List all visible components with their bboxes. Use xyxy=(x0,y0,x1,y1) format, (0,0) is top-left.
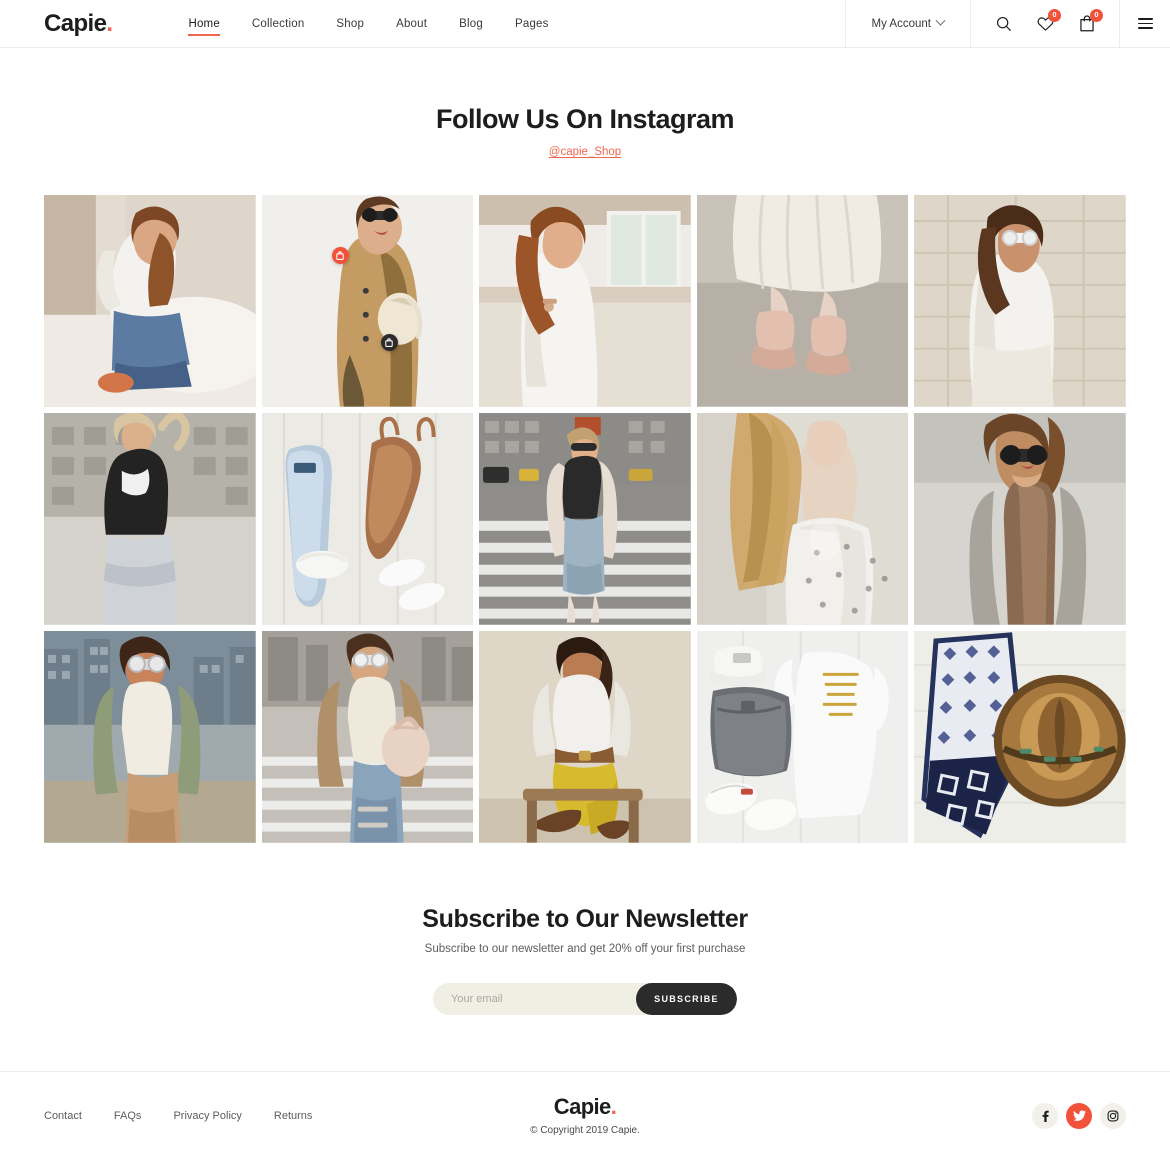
twitter-icon[interactable] xyxy=(1066,1102,1092,1129)
copyright-text: © Copyright 2019 Capie. xyxy=(530,1124,640,1136)
instagram-icon[interactable] xyxy=(1100,1102,1126,1129)
my-account-label: My Account xyxy=(871,17,931,30)
hamburger-bars xyxy=(1137,15,1153,32)
newsletter-subtitle: Subscribe to our newsletter and get 20% … xyxy=(424,943,746,955)
search-icon[interactable] xyxy=(993,14,1013,34)
instagram-grid xyxy=(44,195,1126,843)
instagram-post[interactable] xyxy=(696,195,909,407)
wishlist-badge: 0 xyxy=(1048,8,1061,22)
instagram-post[interactable] xyxy=(44,195,256,407)
post-image xyxy=(261,413,474,625)
instagram-post[interactable] xyxy=(696,631,909,843)
newsletter-section: Subscribe to Our Newsletter Subscribe to… xyxy=(0,843,1170,1071)
newsletter-form: SUBSCRIBE xyxy=(433,983,737,1015)
instagram-post[interactable] xyxy=(479,195,691,407)
footer-link-contact[interactable]: Contact xyxy=(44,1110,82,1122)
instagram-post[interactable] xyxy=(479,413,691,625)
instagram-post[interactable] xyxy=(914,631,1126,843)
post-image xyxy=(479,413,691,625)
brand-name: Capie xyxy=(44,9,107,37)
post-image xyxy=(44,631,256,843)
footer-link-privacy-policy[interactable]: Privacy Policy xyxy=(173,1110,241,1122)
hamburger-menu-icon[interactable] xyxy=(1120,0,1170,48)
post-image xyxy=(261,631,474,843)
footer-brand-dot: . xyxy=(610,1094,617,1120)
header-actions: My Account 0 0 xyxy=(844,0,1170,48)
nav-item-blog[interactable]: Blog xyxy=(459,0,483,48)
instagram-post[interactable] xyxy=(479,631,691,843)
cart-bag-icon[interactable]: 0 xyxy=(1077,8,1103,34)
email-input[interactable] xyxy=(433,983,652,1015)
instagram-post[interactable] xyxy=(696,413,909,625)
post-image xyxy=(696,631,909,843)
footer-brand-name: Capie xyxy=(553,1094,612,1120)
brand-logo[interactable]: Capie. xyxy=(44,9,113,37)
post-image xyxy=(914,195,1126,407)
post-image xyxy=(44,413,256,625)
post-image xyxy=(914,631,1126,843)
instagram-post[interactable] xyxy=(261,631,474,843)
footer-links: Contact FAQs Privacy Policy Returns xyxy=(44,1110,312,1122)
main-navigation: Home Collection Shop About Blog Pages xyxy=(188,0,548,48)
instagram-post[interactable] xyxy=(261,195,474,407)
post-image xyxy=(44,195,256,407)
cart-badge: 0 xyxy=(1090,8,1103,22)
post-image xyxy=(479,195,691,407)
post-image xyxy=(696,195,909,407)
nav-item-pages[interactable]: Pages xyxy=(515,0,549,48)
site-header: Capie. Home Collection Shop About Blog P… xyxy=(0,0,1170,48)
instagram-post[interactable] xyxy=(44,631,256,843)
instagram-post[interactable] xyxy=(914,195,1126,407)
shop-tag-marker[interactable] xyxy=(331,247,349,264)
nav-item-shop[interactable]: Shop xyxy=(336,0,364,48)
post-image xyxy=(479,631,691,843)
post-image xyxy=(914,413,1126,625)
brand-dot: . xyxy=(106,9,113,37)
facebook-icon[interactable] xyxy=(1032,1102,1058,1129)
chevron-down-icon xyxy=(935,15,946,26)
shop-tag-marker[interactable] xyxy=(380,334,398,351)
post-image xyxy=(261,195,474,407)
nav-item-home[interactable]: Home xyxy=(188,0,221,48)
social-links xyxy=(1032,1102,1126,1129)
newsletter-title: Subscribe to Our Newsletter xyxy=(422,905,748,933)
page-title: Follow Us On Instagram xyxy=(435,104,735,134)
my-account-dropdown[interactable]: My Account xyxy=(844,0,970,48)
instagram-section: Follow Us On Instagram @capie_Shop xyxy=(0,48,1170,843)
instagram-post[interactable] xyxy=(914,413,1126,625)
instagram-post[interactable] xyxy=(44,413,256,625)
subscribe-button[interactable]: SUBSCRIBE xyxy=(636,983,737,1015)
post-image xyxy=(696,413,909,625)
wishlist-heart-icon[interactable]: 0 xyxy=(1035,8,1061,34)
instagram-handle-link[interactable]: @capie_Shop xyxy=(0,146,1170,158)
nav-item-collection[interactable]: Collection xyxy=(252,0,305,48)
header-icon-group: 0 0 xyxy=(970,0,1120,48)
footer-link-faqs[interactable]: FAQs xyxy=(114,1110,142,1122)
site-footer: Contact FAQs Privacy Policy Returns Capi… xyxy=(0,1071,1170,1159)
footer-link-returns[interactable]: Returns xyxy=(274,1110,313,1122)
nav-item-about[interactable]: About xyxy=(396,0,427,48)
instagram-post[interactable] xyxy=(261,413,474,625)
